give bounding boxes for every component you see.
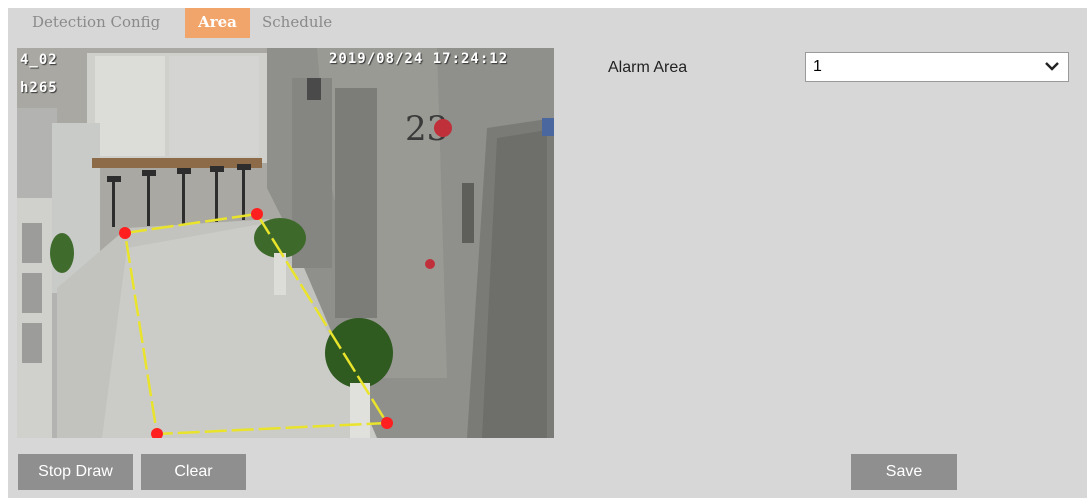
tab-detection-config[interactable]: Detection Config: [32, 8, 160, 38]
tab-schedule[interactable]: Schedule: [262, 8, 332, 38]
tab-bar: Detection Config Area Schedule: [8, 8, 1087, 38]
alarm-area-selected-value: 1: [813, 58, 822, 75]
alarm-area-label: Alarm Area: [608, 59, 688, 76]
osd-channel-label: 4_02: [20, 52, 58, 68]
tab-area[interactable]: Area: [185, 8, 250, 38]
polygon-vertex-handle[interactable]: [251, 208, 263, 220]
alarm-area-select[interactable]: 1: [805, 52, 1069, 82]
polygon-vertex-handle[interactable]: [119, 227, 131, 239]
chevron-down-icon: [1045, 62, 1059, 71]
motion-area-panel: Detection Config Area Schedule 23 4_02 h…: [8, 8, 1087, 498]
camera-preview[interactable]: 23 4_02 h265 2019/08/24 17:24:12: [17, 48, 554, 438]
stop-draw-button[interactable]: Stop Draw: [18, 454, 133, 490]
save-button[interactable]: Save: [851, 454, 957, 490]
polygon-vertex-handle[interactable]: [381, 417, 393, 429]
osd-timestamp: 2019/08/24 17:24:12: [329, 51, 509, 67]
osd-resolution-label: h265: [20, 80, 58, 96]
camera-scene: 23: [17, 48, 554, 438]
clear-button[interactable]: Clear: [141, 454, 246, 490]
